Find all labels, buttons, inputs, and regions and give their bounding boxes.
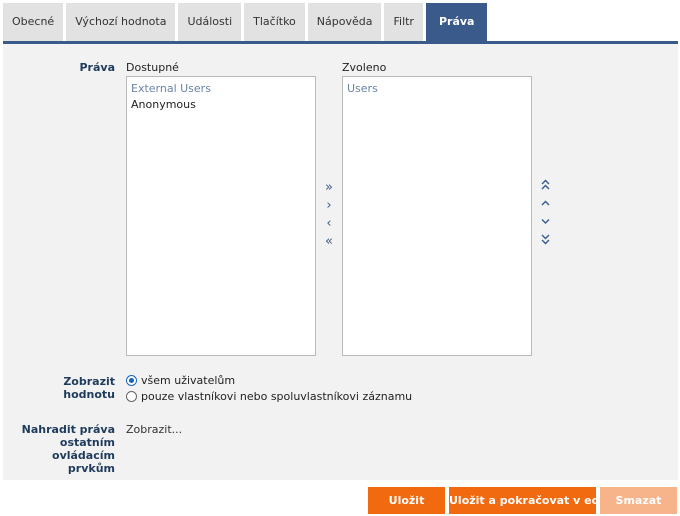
- order-controls: [538, 179, 552, 251]
- rights-label: Práva: [79, 61, 115, 74]
- override-rights-label: Nahradit práva ostatním ovládacím prvkům: [21, 423, 115, 475]
- override-rights-show-link[interactable]: Zobrazit...: [126, 423, 182, 436]
- radio-owner-only-label: pouze vlastníkovi nebo spoluvlastníkovi …: [141, 390, 413, 403]
- move-top-icon[interactable]: [538, 179, 552, 197]
- tab-filtr[interactable]: Filtr: [384, 3, 423, 41]
- move-down-icon[interactable]: [538, 215, 552, 233]
- move-all-left-icon[interactable]: «: [322, 233, 336, 251]
- tab-udalosti[interactable]: Události: [178, 3, 242, 41]
- radio-owner-only[interactable]: pouze vlastníkovi nebo spoluvlastníkovi …: [126, 390, 412, 403]
- radio-all-users[interactable]: všem uživatelům: [126, 374, 235, 387]
- tab-vychozi-hodnota[interactable]: Výchozí hodnota: [66, 3, 176, 41]
- move-bottom-icon[interactable]: [538, 233, 552, 251]
- radio-button-checked[interactable]: [126, 375, 137, 386]
- tab-bar: Obecné Výchozí hodnota Události Tlačítko…: [3, 3, 488, 41]
- tab-prava[interactable]: Práva: [425, 3, 488, 41]
- save-button[interactable]: Uložit: [368, 487, 445, 514]
- list-item-users[interactable]: Users: [347, 81, 527, 97]
- tab-tlacitko[interactable]: Tlačítko: [244, 3, 305, 41]
- list-item-external-users[interactable]: External Users: [131, 81, 311, 97]
- move-left-icon[interactable]: ‹: [322, 215, 336, 233]
- tab-napoveda[interactable]: Nápověda: [307, 3, 382, 41]
- show-value-label: Zobrazit hodnotu: [63, 375, 115, 401]
- rights-panel: [3, 44, 678, 480]
- list-item-anonymous[interactable]: Anonymous: [131, 97, 311, 113]
- move-right-icon[interactable]: ›: [322, 197, 336, 215]
- radio-all-users-label: všem uživatelům: [141, 374, 236, 387]
- tab-obecne[interactable]: Obecné: [3, 3, 64, 41]
- transfer-controls: » › ‹ «: [322, 179, 336, 251]
- available-heading: Dostupné: [126, 61, 179, 74]
- delete-button[interactable]: Smazat: [600, 487, 677, 514]
- radio-button[interactable]: [126, 391, 137, 402]
- selected-listbox[interactable]: Users: [342, 76, 532, 356]
- selected-heading: Zvoleno: [342, 61, 387, 74]
- move-up-icon[interactable]: [538, 197, 552, 215]
- move-all-right-icon[interactable]: »: [322, 179, 336, 197]
- save-continue-button[interactable]: Uložit a pokračovat v editaci: [449, 487, 626, 514]
- available-listbox[interactable]: External Users Anonymous: [126, 76, 316, 356]
